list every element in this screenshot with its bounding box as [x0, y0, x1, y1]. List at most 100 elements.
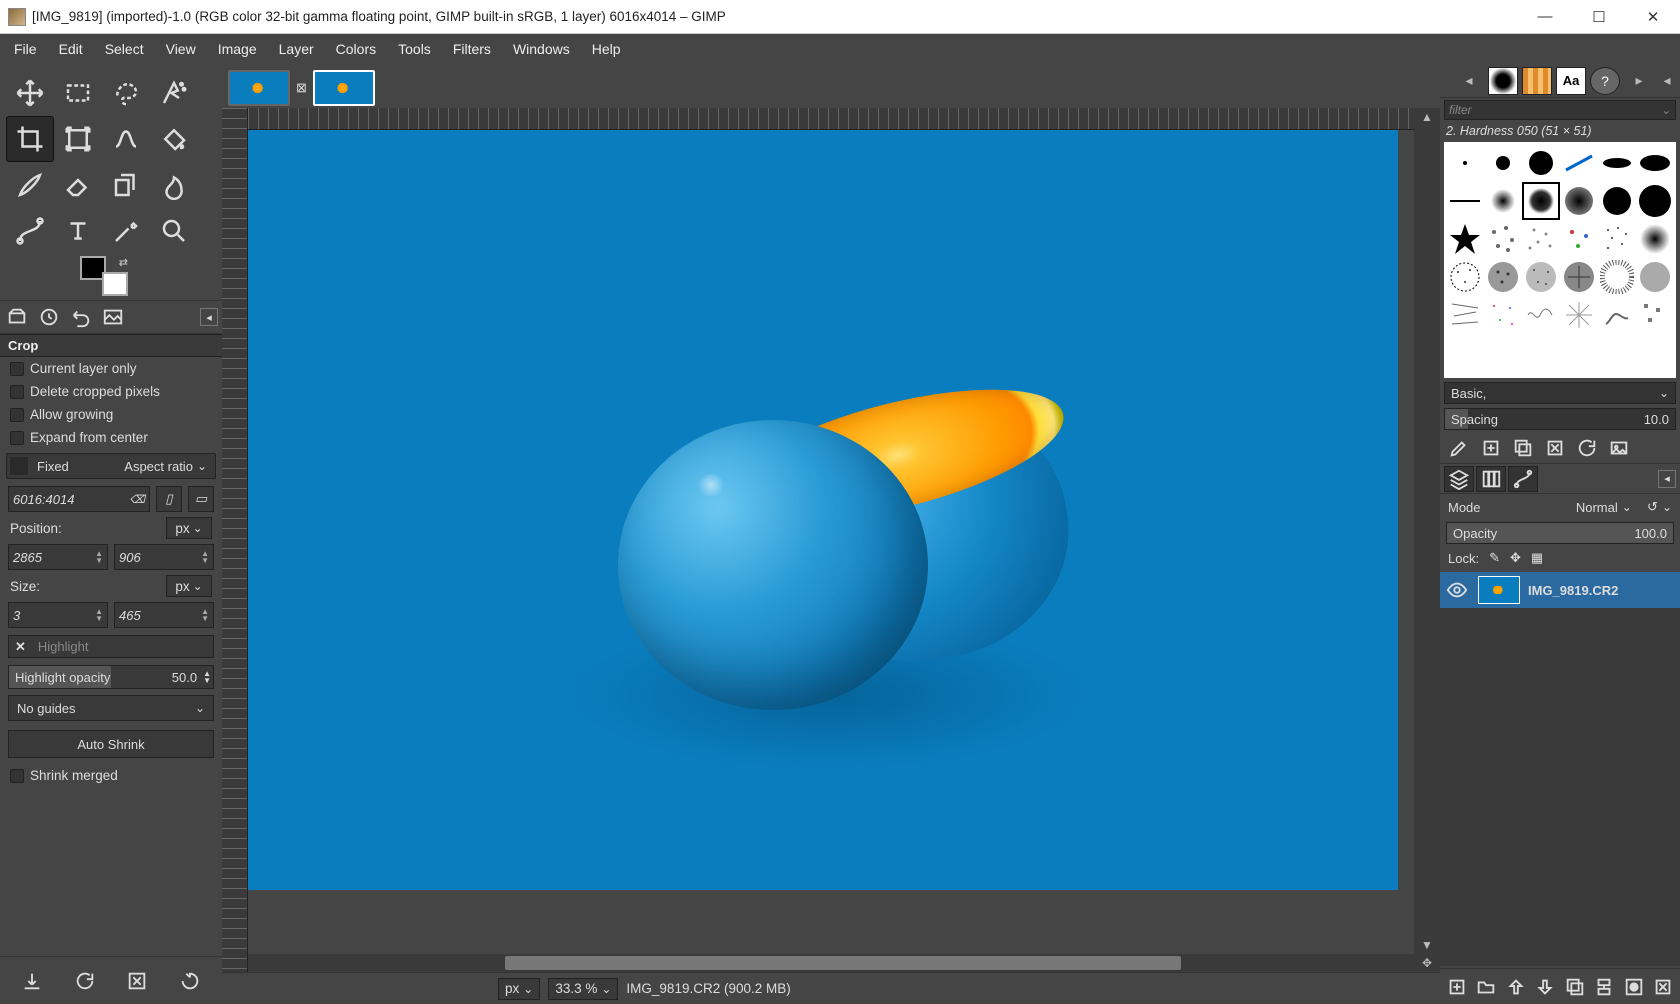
layer-merge-icon[interactable]	[1592, 974, 1618, 1000]
tab-images-icon[interactable]	[100, 305, 126, 329]
image-tab-1[interactable]	[228, 70, 290, 106]
brush-open-as-image-icon[interactable]	[1606, 436, 1632, 460]
nav-preview-icon[interactable]: ✥	[1414, 954, 1440, 972]
tool-text[interactable]	[54, 208, 102, 254]
tool-fuzzy-select[interactable]	[150, 70, 198, 116]
window-close-button[interactable]: ✕	[1626, 0, 1680, 33]
menu-image[interactable]: Image	[208, 37, 267, 61]
background-color[interactable]	[102, 272, 128, 296]
tool-smudge[interactable]	[150, 162, 198, 208]
scrollbar-horizontal[interactable]	[248, 954, 1414, 972]
reset-options-icon[interactable]	[174, 965, 206, 997]
tool-eraser[interactable]	[54, 162, 102, 208]
tool-crop[interactable]	[6, 116, 54, 162]
image-tab-2[interactable]	[313, 70, 375, 106]
tool-zoom[interactable]	[150, 208, 198, 254]
opt-allow-growing[interactable]: Allow growing	[0, 403, 222, 426]
opt-auto-shrink-button[interactable]: Auto Shrink	[8, 730, 214, 758]
opt-guides-dropdown[interactable]: No guides⌄	[8, 695, 214, 721]
swap-colors-icon[interactable]: ⇄	[119, 256, 128, 269]
layer-up-icon[interactable]	[1503, 974, 1529, 1000]
scrollbar-vertical[interactable]	[1414, 126, 1440, 936]
tab-layers-icon[interactable]	[1444, 466, 1474, 492]
opt-highlight-toggle[interactable]: ✕Highlight	[8, 635, 214, 658]
restore-options-icon[interactable]	[69, 965, 101, 997]
lock-pixels-icon[interactable]: ✎	[1489, 550, 1500, 566]
ruler-horizontal[interactable]	[248, 108, 1414, 130]
canvas-image[interactable]	[248, 130, 1398, 890]
tool-warp[interactable]	[102, 116, 150, 162]
brush-filter-input[interactable]: filter⌄	[1444, 100, 1676, 120]
mode-switch-icon[interactable]: ↺	[1647, 499, 1658, 515]
lock-alpha-icon[interactable]: ▦	[1531, 550, 1543, 566]
opt-shrink-merged[interactable]: Shrink merged	[0, 764, 222, 787]
menu-filters[interactable]: Filters	[443, 37, 501, 61]
layer-mask-icon[interactable]	[1621, 974, 1647, 1000]
dock-nav-right-icon[interactable]: ▸	[1624, 67, 1654, 95]
menu-view[interactable]: View	[156, 37, 206, 61]
position-y-input[interactable]: 906▲▼	[114, 544, 214, 570]
layers-list[interactable]: IMG_9819.CR2	[1440, 572, 1680, 966]
opt-orient-landscape[interactable]: ▭	[188, 486, 214, 512]
tab-channels-icon[interactable]	[1476, 466, 1506, 492]
scroll-down-icon[interactable]: ▼	[1414, 936, 1440, 954]
ruler-vertical[interactable]	[222, 108, 248, 972]
layer-duplicate-icon[interactable]	[1562, 974, 1588, 1000]
position-unit-dropdown[interactable]: px⌄	[166, 517, 212, 539]
lock-position-icon[interactable]: ✥	[1510, 550, 1521, 566]
menu-edit[interactable]: Edit	[49, 37, 93, 61]
layer-group-icon[interactable]	[1474, 974, 1500, 1000]
opt-expand-from-center[interactable]: Expand from center	[0, 426, 222, 449]
layer-delete-icon[interactable]	[1651, 974, 1677, 1000]
layers-dock-menu-icon[interactable]: ◂	[1658, 470, 1676, 488]
tab-menu-icon[interactable]: ◂	[200, 308, 218, 326]
delete-options-icon[interactable]	[121, 965, 153, 997]
brush-spacing-slider[interactable]: Spacing10.0	[1444, 408, 1676, 430]
tool-paintbrush[interactable]	[6, 162, 54, 208]
size-w-input[interactable]: 3▲▼	[8, 602, 108, 628]
opt-fixed-mode-dropdown[interactable]: Aspect ratio⌄	[116, 455, 215, 478]
image-tab-1-close-icon[interactable]: ⊠	[296, 80, 307, 96]
layer-down-icon[interactable]	[1533, 974, 1559, 1000]
opt-highlight-opacity[interactable]: Highlight opacity 50.0 ▲▼	[8, 665, 214, 689]
size-h-input[interactable]: 465▲▼	[114, 602, 214, 628]
layer-mode-dropdown[interactable]: Normal⌄ ↺⌄	[1576, 499, 1672, 515]
layer-new-icon[interactable]	[1444, 974, 1470, 1000]
layer-row[interactable]: IMG_9819.CR2	[1440, 572, 1680, 608]
brush-new-icon[interactable]	[1478, 436, 1504, 460]
brush-duplicate-icon[interactable]	[1510, 436, 1536, 460]
tab-device-status-icon[interactable]	[36, 305, 62, 329]
tool-move[interactable]	[6, 70, 54, 116]
menu-select[interactable]: Select	[95, 37, 154, 61]
opt-current-layer-only[interactable]: Current layer only	[0, 357, 222, 380]
opt-fixed[interactable]: Fixed Aspect ratio⌄	[6, 453, 216, 479]
menu-help[interactable]: Help	[582, 37, 631, 61]
window-minimize-button[interactable]: —	[1518, 0, 1572, 33]
tab-help-icon[interactable]: ?	[1590, 67, 1620, 95]
menu-layer[interactable]: Layer	[269, 37, 324, 61]
brush-edit-icon[interactable]	[1446, 436, 1472, 460]
size-unit-dropdown[interactable]: px⌄	[166, 575, 212, 597]
layer-name[interactable]: IMG_9819.CR2	[1528, 583, 1676, 598]
tool-free-select[interactable]	[102, 70, 150, 116]
menu-windows[interactable]: Windows	[503, 37, 580, 61]
dock-nav-left-icon[interactable]: ◂	[1454, 67, 1484, 95]
tab-patterns-icon[interactable]	[1522, 67, 1552, 95]
brush-grid[interactable]	[1444, 142, 1676, 378]
tool-bucket-fill[interactable]	[150, 116, 198, 162]
brush-refresh-icon[interactable]	[1574, 436, 1600, 460]
brush-preset-dropdown[interactable]: Basic,⌄	[1444, 382, 1676, 404]
canvas-viewport[interactable]	[248, 130, 1414, 954]
menu-tools[interactable]: Tools	[388, 37, 441, 61]
layer-opacity-slider[interactable]: Opacity100.0	[1446, 522, 1674, 544]
dock-menu-icon[interactable]: ◂	[1658, 67, 1676, 95]
tab-undo-history-icon[interactable]	[68, 305, 94, 329]
window-maximize-button[interactable]: ☐	[1572, 0, 1626, 33]
save-options-icon[interactable]	[16, 965, 48, 997]
brush-delete-icon[interactable]	[1542, 436, 1568, 460]
status-zoom-dropdown[interactable]: 33.3 %⌄	[548, 978, 618, 1000]
tab-paths-icon[interactable]	[1508, 466, 1538, 492]
tool-color-picker[interactable]	[102, 208, 150, 254]
opt-delete-cropped[interactable]: Delete cropped pixels	[0, 380, 222, 403]
tool-paths[interactable]	[6, 208, 54, 254]
